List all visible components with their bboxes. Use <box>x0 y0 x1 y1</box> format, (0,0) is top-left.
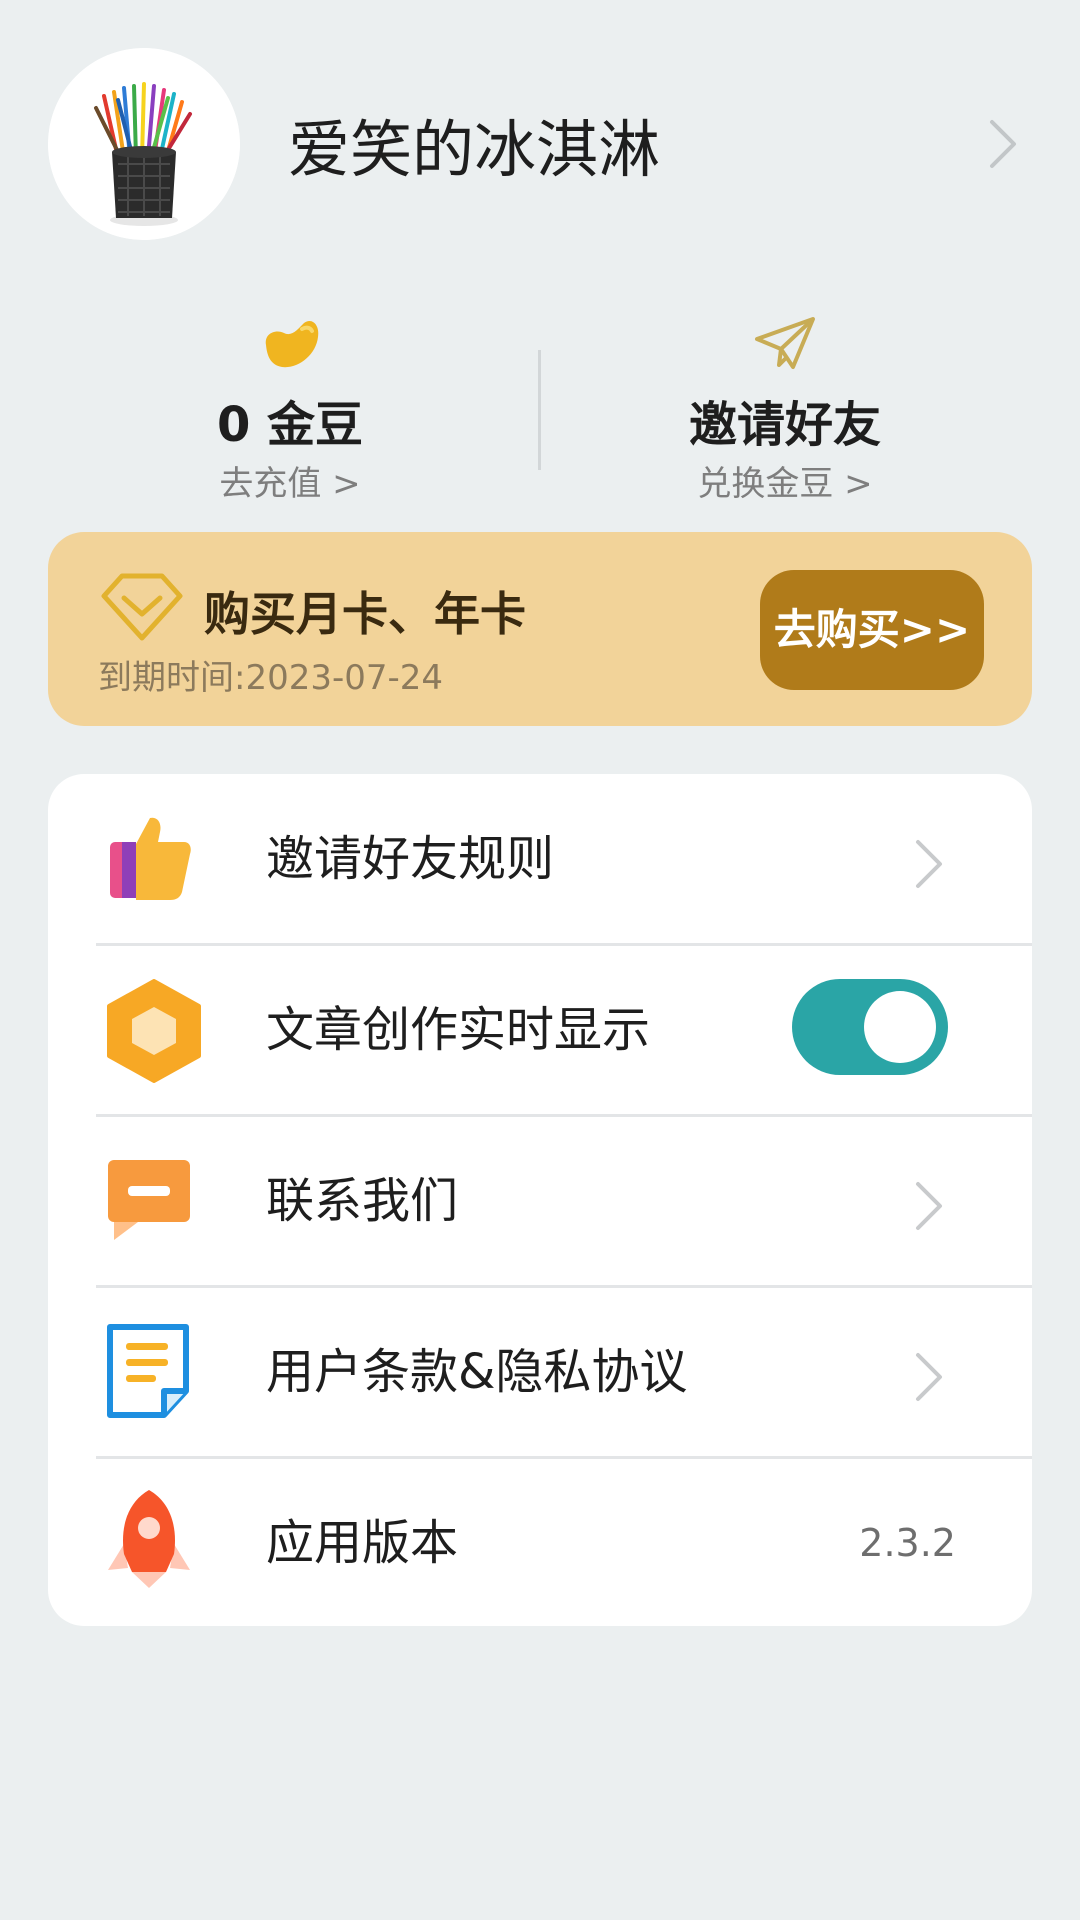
thumbs-up-icon <box>110 817 191 900</box>
bean-icon <box>70 310 510 376</box>
menu-item-realtime-display: 文章创作实时显示 <box>48 945 1032 1115</box>
realtime-display-toggle[interactable] <box>792 979 948 1075</box>
menu-label-app-version: 应用版本 <box>266 1515 459 1571</box>
menu-item-terms-privacy[interactable]: 用户条款&隐私协议 <box>48 1287 1032 1457</box>
chevron-right-icon <box>916 1182 942 1230</box>
pencil-cup-avatar <box>48 48 240 240</box>
settings-menu: 邀请好友规则 文章创作实时显示 联系我们 用户条款&隐私协议 应用版本 2.3.… <box>48 774 1032 1626</box>
stats-row: 0 金豆 去充值 > 邀请好友 兑换金豆 > <box>0 310 1080 510</box>
menu-item-app-version: 应用版本 2.3.2 <box>48 1458 1032 1626</box>
buy-button[interactable]: 去购买>> <box>760 570 984 690</box>
invite-stat[interactable]: 邀请好友 兑换金豆 > <box>565 310 1005 506</box>
expire-date: 到期时间:2023-07-24 <box>98 658 444 698</box>
menu-item-invite-rules[interactable]: 邀请好友规则 <box>48 774 1032 944</box>
stats-divider <box>538 350 541 470</box>
menu-label-realtime-display: 文章创作实时显示 <box>266 1002 651 1058</box>
message-icon <box>108 1160 190 1240</box>
profile-page: 爱笑的冰淇淋 0 金豆 去充值 > 邀请好友 兑换金豆 > 购买月卡、年卡 到期… <box>0 0 1080 1920</box>
membership-banner: 购买月卡、年卡 到期时间:2023-07-24 去购买>> <box>48 532 1032 726</box>
avatar[interactable] <box>48 48 240 240</box>
menu-label-terms-privacy: 用户条款&隐私协议 <box>266 1344 688 1400</box>
diamond-icon <box>101 573 183 641</box>
menu-label-invite-rules: 邀请好友规则 <box>266 831 555 887</box>
toggle-knob <box>864 991 936 1063</box>
coins-value: 0 金豆 <box>216 397 364 453</box>
paper-plane-icon <box>565 310 1005 376</box>
app-version-value: 2.3.2 <box>859 1521 956 1565</box>
rocket-icon <box>108 1490 190 1588</box>
exchange-link[interactable]: 兑换金豆 > <box>565 462 1005 506</box>
coins-stat[interactable]: 0 金豆 去充值 > <box>70 310 510 506</box>
username: 爱笑的冰淇淋 <box>288 113 661 186</box>
hexagon-icon <box>107 979 201 1083</box>
menu-item-contact-us[interactable]: 联系我们 <box>48 1116 1032 1286</box>
chevron-right-icon <box>916 1353 942 1401</box>
profile-header[interactable]: 爱笑的冰淇淋 <box>0 0 1080 290</box>
chevron-right-icon <box>916 840 942 888</box>
membership-title: 购买月卡、年卡 <box>204 587 526 641</box>
menu-label-contact-us: 联系我们 <box>266 1173 459 1229</box>
chevron-right-icon[interactable] <box>984 118 1024 170</box>
document-icon <box>107 1324 189 1418</box>
invite-value: 邀请好友 <box>688 397 881 453</box>
recharge-link[interactable]: 去充值 > <box>70 462 510 506</box>
